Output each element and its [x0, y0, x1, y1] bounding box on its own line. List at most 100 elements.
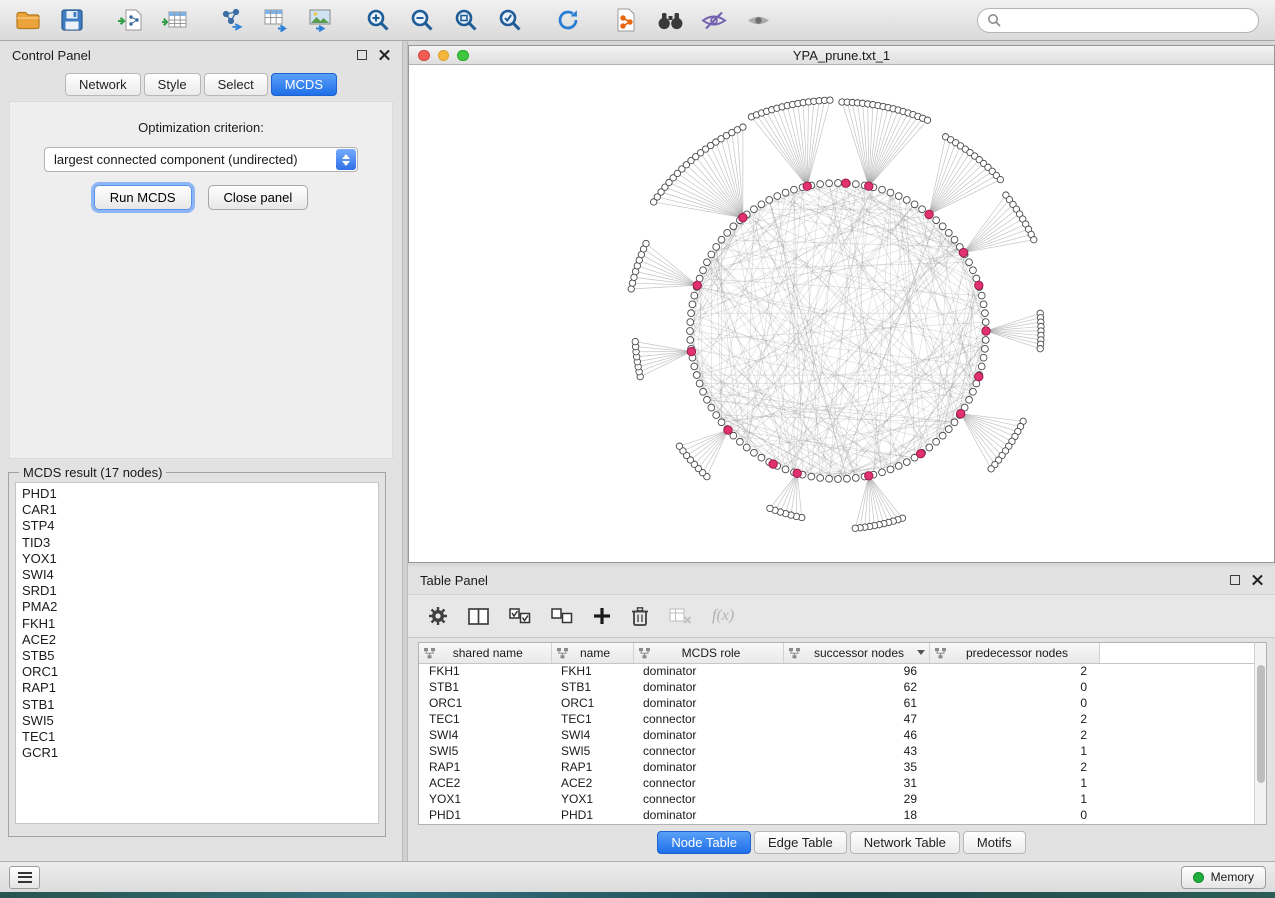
tab-node-table[interactable]: Node Table: [657, 831, 751, 854]
table-row[interactable]: SWI4SWI4dominator462: [419, 727, 1266, 743]
table-panel: Table Panel: [408, 566, 1275, 861]
tab-network[interactable]: Network: [65, 73, 141, 96]
show-annotations-button[interactable]: [740, 4, 776, 36]
table-row[interactable]: ORC1ORC1dominator610: [419, 695, 1266, 711]
table-row[interactable]: STB1STB1dominator620: [419, 679, 1266, 695]
column-header-predecessor-nodes[interactable]: predecessor nodes: [929, 643, 1099, 663]
scrollbar-thumb[interactable]: [1257, 665, 1265, 783]
function-builder-button[interactable]: f(x): [712, 607, 734, 625]
table-cell: SWI5: [419, 743, 551, 759]
table-row[interactable]: ACE2ACE2connector311: [419, 775, 1266, 791]
network-graph[interactable]: [409, 65, 1274, 562]
select-stepper-icon: [336, 149, 356, 170]
mcds-result-item[interactable]: SWI5: [22, 713, 378, 729]
table-scrollbar[interactable]: [1254, 642, 1267, 825]
mcds-result-item[interactable]: ACE2: [22, 632, 378, 648]
mcds-result-item[interactable]: STB1: [22, 697, 378, 713]
delete-table-button[interactable]: [669, 608, 692, 624]
zoom-selected-button[interactable]: [492, 4, 528, 36]
row-filler: [1099, 759, 1266, 775]
mcds-result-item[interactable]: PHD1: [22, 486, 378, 502]
float-panel-icon[interactable]: [357, 50, 367, 60]
mcds-result-title: MCDS result (17 nodes): [19, 465, 166, 480]
memory-button[interactable]: Memory: [1181, 866, 1266, 889]
column-header-shared-name[interactable]: shared name: [419, 643, 551, 663]
share-document-button[interactable]: [608, 4, 644, 36]
export-network-button[interactable]: [214, 4, 250, 36]
import-table-button[interactable]: [156, 4, 192, 36]
mcds-result-item[interactable]: STB5: [22, 648, 378, 664]
memory-status-icon: [1193, 872, 1204, 883]
mcds-result-list[interactable]: PHD1CAR1STP4TID3YOX1SWI4SRD1PMA2FKH1ACE2…: [15, 482, 379, 824]
float-table-panel-icon[interactable]: [1230, 575, 1240, 585]
network-search-button[interactable]: [652, 4, 688, 36]
tab-edge-table[interactable]: Edge Table: [754, 831, 847, 854]
table-cell: 43: [783, 743, 929, 759]
mcds-result-item[interactable]: GCR1: [22, 745, 378, 761]
table-row[interactable]: TEC1TEC1connector472: [419, 711, 1266, 727]
table-row[interactable]: YOX1YOX1connector291: [419, 791, 1266, 807]
export-table-button[interactable]: [258, 4, 294, 36]
table-row[interactable]: FKH1FKH1dominator962: [419, 663, 1266, 679]
save-session-button[interactable]: [54, 4, 90, 36]
close-panel-button[interactable]: Close panel: [208, 185, 309, 210]
tab-mcds[interactable]: MCDS: [271, 73, 337, 96]
toolbar-search-field[interactable]: [977, 8, 1259, 33]
table-cell: SWI4: [419, 727, 551, 743]
table-cell: ORC1: [419, 695, 551, 711]
hide-annotations-button[interactable]: [696, 4, 732, 36]
column-header-MCDS-role[interactable]: MCDS role: [633, 643, 783, 663]
table-row[interactable]: SWI5SWI5connector431: [419, 743, 1266, 759]
row-filler: [1099, 791, 1266, 807]
table-row[interactable]: RAP1RAP1dominator352: [419, 759, 1266, 775]
mcds-result-item[interactable]: SWI4: [22, 567, 378, 583]
table-row[interactable]: PHD1PHD1dominator180: [419, 807, 1266, 823]
open-file-button[interactable]: [10, 4, 46, 36]
close-window-icon[interactable]: [418, 50, 430, 62]
mcds-result-item[interactable]: PMA2: [22, 599, 378, 615]
select-all-button[interactable]: [509, 608, 531, 624]
zoom-fit-button[interactable]: [448, 4, 484, 36]
close-table-panel-icon[interactable]: [1252, 575, 1263, 586]
minimize-window-icon[interactable]: [438, 50, 450, 62]
tab-network-table[interactable]: Network Table: [850, 831, 960, 854]
share-document-icon: [615, 8, 637, 32]
run-mcds-button[interactable]: Run MCDS: [94, 185, 192, 210]
network-window-titlebar[interactable]: YPA_prune.txt_1: [409, 46, 1274, 65]
tab-motifs[interactable]: Motifs: [963, 831, 1026, 854]
export-image-button[interactable]: [302, 4, 338, 36]
deselect-all-button[interactable]: [551, 608, 573, 624]
mcds-result-item[interactable]: ORC1: [22, 664, 378, 680]
delete-column-button[interactable]: [631, 606, 649, 627]
mcds-result-item[interactable]: STP4: [22, 518, 378, 534]
optimization-criterion-select[interactable]: largest connected component (undirected): [44, 147, 358, 172]
create-column-button[interactable]: [593, 607, 611, 625]
mcds-result-item[interactable]: TEC1: [22, 729, 378, 745]
mcds-result-item[interactable]: TID3: [22, 535, 378, 551]
close-panel-icon[interactable]: [379, 50, 390, 61]
show-columns-button[interactable]: [468, 608, 489, 625]
table-cell: dominator: [633, 663, 783, 679]
status-list-button[interactable]: [9, 866, 40, 889]
table-cell: RAP1: [551, 759, 633, 775]
attribute-icon: [789, 648, 800, 659]
mcds-result-item[interactable]: SRD1: [22, 583, 378, 599]
mcds-result-item[interactable]: CAR1: [22, 502, 378, 518]
table-cell: SWI4: [551, 727, 633, 743]
apply-layout-button[interactable]: [550, 4, 586, 36]
sort-caret-icon[interactable]: [917, 650, 925, 655]
import-network-button[interactable]: [112, 4, 148, 36]
network-canvas[interactable]: [409, 65, 1274, 562]
mcds-result-item[interactable]: RAP1: [22, 680, 378, 696]
maximize-window-icon[interactable]: [457, 50, 469, 62]
tab-style[interactable]: Style: [144, 73, 201, 96]
zoom-out-button[interactable]: [404, 4, 440, 36]
column-header-name[interactable]: name: [551, 643, 633, 663]
zoom-in-button[interactable]: [360, 4, 396, 36]
tab-select[interactable]: Select: [204, 73, 268, 96]
table-settings-button[interactable]: [428, 606, 448, 626]
search-input[interactable]: [1007, 13, 1249, 27]
mcds-result-item[interactable]: YOX1: [22, 551, 378, 567]
mcds-result-item[interactable]: FKH1: [22, 616, 378, 632]
column-header-successor-nodes[interactable]: successor nodes: [783, 643, 929, 663]
